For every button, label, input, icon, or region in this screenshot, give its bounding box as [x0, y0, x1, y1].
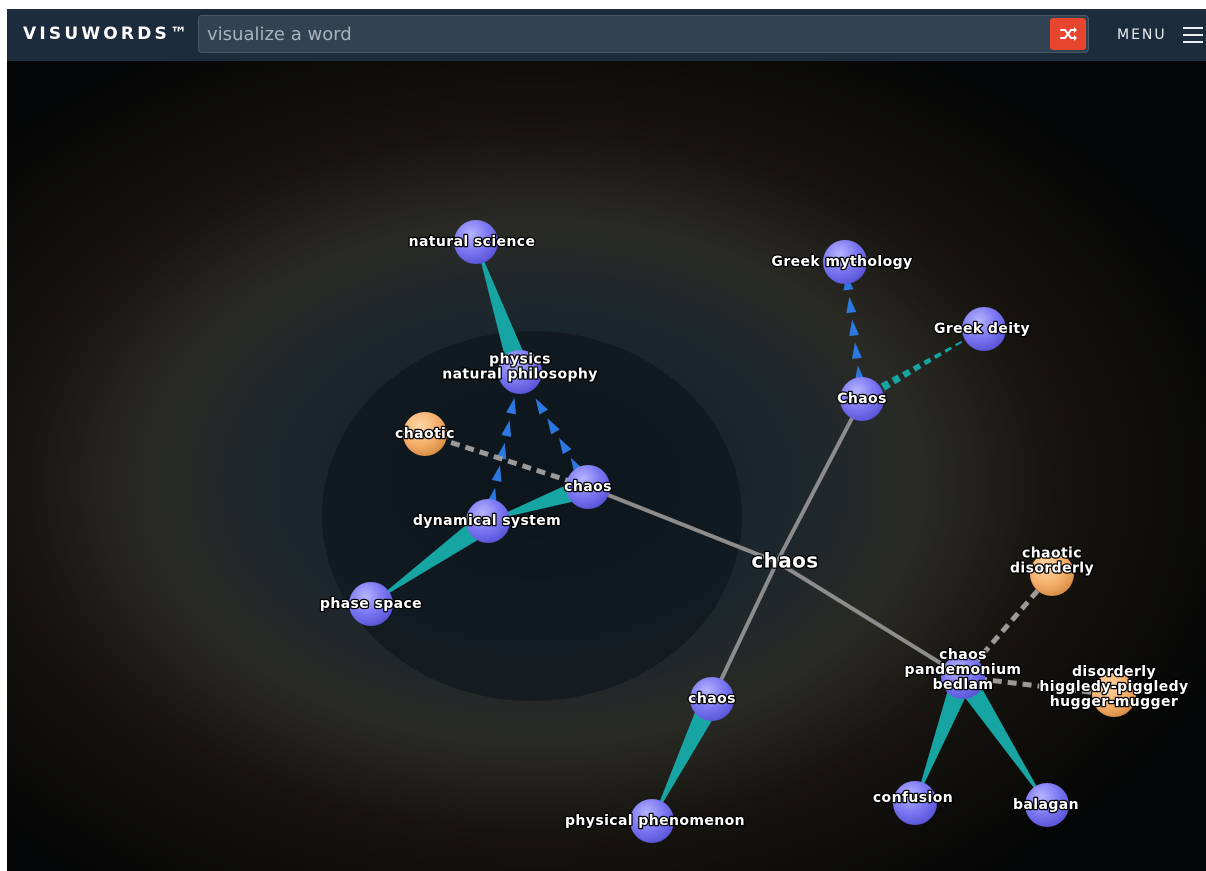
center-word-label[interactable]: chaos: [750, 547, 819, 574]
node-pandemonium-label[interactable]: chaos: [938, 646, 988, 665]
logo[interactable]: VISUWORDS™: [23, 24, 190, 44]
node-dynamical-system-label[interactable]: dynamical system: [412, 512, 562, 531]
node-greek-deity-label[interactable]: Greek deity: [933, 320, 1031, 339]
node-physical-phenomenon-label[interactable]: physical phenomenon: [564, 812, 746, 831]
node-balagan-label[interactable]: balagan: [1012, 796, 1080, 815]
app-frame: VISUWORDS™ MENU nounverbadjectiveadverbi: [7, 9, 1206, 871]
search-box[interactable]: [198, 15, 1089, 53]
node-higgledy-label[interactable]: hugger-mugger: [1049, 693, 1179, 712]
node-chaos-physics-label[interactable]: chaos: [563, 478, 613, 497]
node-pandemonium-label[interactable]: bedlam: [931, 676, 994, 695]
search-input[interactable]: [207, 21, 1037, 47]
node-greek-mythology-label[interactable]: Greek mythology: [770, 253, 913, 272]
node-chaotic-disorderly-label[interactable]: chaotic: [1021, 544, 1083, 563]
menu-button[interactable]: MENU: [1117, 27, 1167, 43]
node-physics-label[interactable]: natural philosophy: [441, 365, 599, 384]
node-confusion-label[interactable]: confusion: [872, 789, 954, 808]
top-bar: VISUWORDS™ MENU: [7, 9, 1206, 61]
node-higgledy-label[interactable]: disorderly: [1071, 663, 1157, 682]
node-phase-space-label[interactable]: phase space: [319, 595, 423, 614]
shuffle-icon: [1060, 27, 1077, 41]
node-natural-science-label[interactable]: natural science: [407, 233, 536, 252]
node-higgledy-label[interactable]: higgledy-piggledy: [1038, 678, 1189, 697]
shuffle-button[interactable]: [1050, 18, 1086, 50]
node-chaos-god-label[interactable]: Chaos: [836, 390, 888, 409]
node-physics-label[interactable]: physics: [488, 350, 552, 369]
node-chaotic-label[interactable]: chaotic: [394, 425, 456, 444]
hamburger-icon[interactable]: [1183, 26, 1203, 44]
word-graph[interactable]: natural science physicsnatural philosophy…: [7, 61, 1206, 871]
node-chaotic-disorderly-label[interactable]: disorderly: [1009, 559, 1095, 578]
node-chaos-phenomenon-label[interactable]: chaos: [687, 690, 737, 709]
node-pandemonium-label[interactable]: pandemonium: [903, 661, 1022, 680]
